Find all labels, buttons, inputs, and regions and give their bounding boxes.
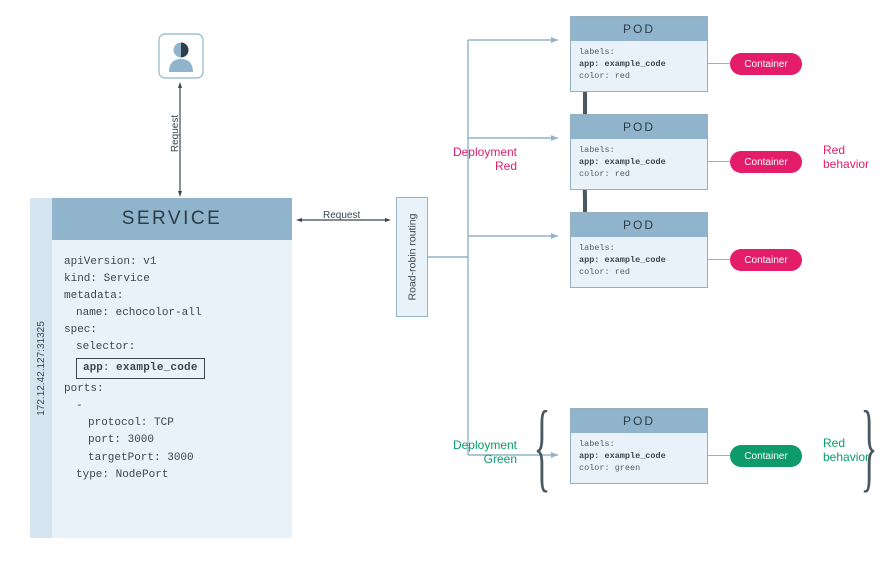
container-badge-red: Container <box>730 151 802 173</box>
pod-labels: labels: <box>579 243 699 255</box>
pod-color: color: green <box>579 463 699 475</box>
pod-color: color: red <box>579 169 699 181</box>
pod-app: app: example_code <box>579 255 699 267</box>
yaml-line: metadata: <box>64 288 280 305</box>
pod-connector <box>708 455 730 456</box>
yaml-line: targetPort: 3000 <box>64 450 280 467</box>
pod-box: POD labels: app: example_code color: red <box>570 114 708 190</box>
pod-box: POD labels: app: example_code color: red <box>570 16 708 92</box>
yaml-line: - <box>64 398 280 415</box>
pod-header: POD <box>571 409 707 433</box>
deployment-red-label: Deployment Red <box>433 145 517 173</box>
behavior-green-label: Red behavior <box>823 436 887 464</box>
pod-labels: labels: <box>579 439 699 451</box>
pod-header: POD <box>571 213 707 237</box>
selector-value: example_code <box>116 362 198 374</box>
pod-box: POD labels: app: example_code color: red <box>570 212 708 288</box>
service-yaml: apiVersion: v1 kind: Service metadata: n… <box>52 240 292 494</box>
selector-box: app: example_code <box>76 358 205 379</box>
pod-color: color: red <box>579 267 699 279</box>
container-badge-red: Container <box>730 249 802 271</box>
service-ip-strip: 172.12.42.127:31325 <box>30 198 52 538</box>
yaml-line: spec: <box>64 322 280 339</box>
yaml-line: port: 3000 <box>64 432 280 449</box>
yaml-line: kind: Service <box>64 271 280 288</box>
router-label: Road-robin routing <box>406 214 418 301</box>
pod-header: POD <box>571 115 707 139</box>
pod-connector <box>708 259 730 260</box>
request-label-vertical: Request <box>170 115 181 152</box>
pod-labels: labels: <box>579 145 699 157</box>
yaml-line: selector: <box>64 339 280 356</box>
yaml-line: type: NodePort <box>64 467 280 484</box>
yaml-line: protocol: TCP <box>64 415 280 432</box>
pod-header: POD <box>571 17 707 41</box>
pod-box: POD labels: app: example_code color: gre… <box>570 408 708 484</box>
user-icon <box>157 32 205 80</box>
service-header: SERVICE <box>52 198 292 240</box>
service-box: 172.12.42.127:31325 SERVICE apiVersion: … <box>30 198 292 538</box>
pod-app: app: example_code <box>579 157 699 169</box>
brace-left-green: { <box>534 401 551 491</box>
yaml-line: apiVersion: v1 <box>64 254 280 271</box>
selector-key: app <box>83 362 103 374</box>
container-badge-green: Container <box>730 445 802 467</box>
pod-connector <box>708 161 730 162</box>
pod-connector <box>708 63 730 64</box>
behavior-red-label: Red behavior <box>823 143 887 171</box>
pod-labels: labels: <box>579 47 699 59</box>
request-label-horizontal: Request <box>323 210 360 221</box>
pod-app: app: example_code <box>579 59 699 71</box>
container-badge-red: Container <box>730 53 802 75</box>
pod-app: app: example_code <box>579 451 699 463</box>
router-box: Road-robin routing <box>396 197 428 317</box>
yaml-line: name: echocolor-all <box>64 305 280 322</box>
yaml-line: ports: <box>64 381 280 398</box>
service-ip: 172.12.42.127:31325 <box>36 321 47 416</box>
pod-color: color: red <box>579 71 699 83</box>
deployment-green-label: Deployment Green <box>433 438 517 466</box>
